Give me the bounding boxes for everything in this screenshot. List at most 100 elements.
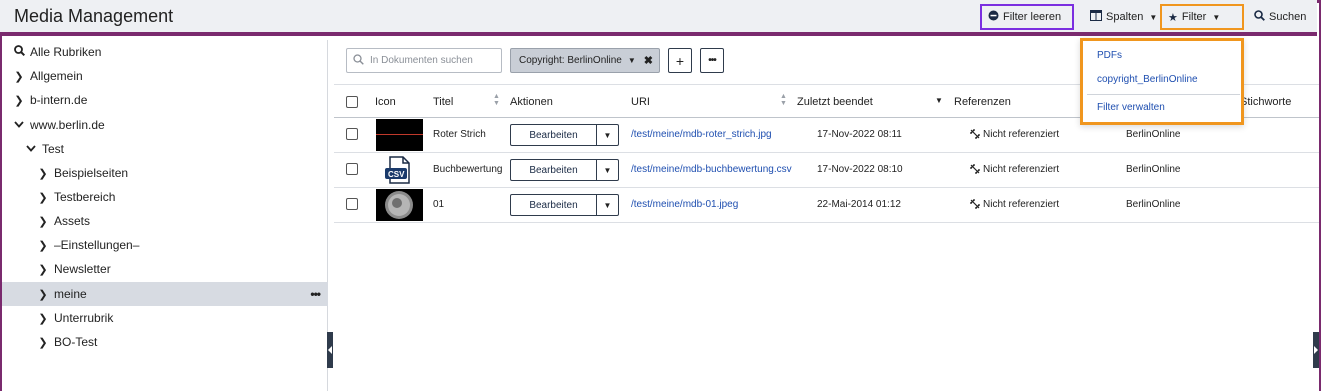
- chevron-right-icon: ❯: [14, 70, 24, 83]
- star-icon: ★: [1168, 11, 1178, 24]
- row-references: Nicht referenziert: [983, 164, 1060, 175]
- table-row[interactable]: CSV Buchbewertung Bearbeiten ▼ /test/mei…: [334, 153, 1319, 188]
- column-header-finished[interactable]: Zuletzt beendet: [797, 96, 873, 108]
- tree-item-label: Beispielseiten: [54, 166, 129, 180]
- column-header-icon: Icon: [375, 96, 396, 108]
- tree-item-label: Testbereich: [54, 190, 116, 204]
- unlink-icon: [970, 129, 980, 142]
- chevron-down-icon: [12, 119, 26, 131]
- edit-button-group: Bearbeiten ▼: [510, 124, 619, 146]
- document-search-input[interactable]: In Dokumenten suchen: [346, 48, 502, 73]
- row-uri-link[interactable]: /test/meine/mdb-roter_strich.jpg: [631, 129, 772, 140]
- column-header-title[interactable]: Titel: [433, 96, 453, 108]
- chevron-right-icon: ❯: [38, 191, 48, 204]
- plus-icon: +: [675, 52, 685, 69]
- chevron-right-icon: ❯: [38, 288, 48, 301]
- copyright-filter-chip[interactable]: Copyright: BerlinOnline ▼ ✖: [510, 48, 660, 73]
- tree-item-allgemein[interactable]: ❯ Allgemein: [2, 64, 328, 88]
- more-actions-button[interactable]: •••: [700, 48, 724, 73]
- edit-button[interactable]: Bearbeiten: [510, 124, 597, 146]
- sort-desc-icon[interactable]: ▼: [935, 96, 943, 105]
- filter-menu-item-copyright[interactable]: copyright_BerlinOnline: [1097, 74, 1198, 85]
- filter-menu-item-manage[interactable]: Filter verwalten: [1097, 102, 1165, 113]
- tree-item-berlin[interactable]: www.berlin.de: [2, 113, 328, 137]
- row-checkbox[interactable]: [346, 163, 358, 175]
- thumbnail-image: [376, 119, 423, 151]
- search-button[interactable]: Suchen: [1248, 4, 1308, 30]
- edit-button-group: Bearbeiten ▼: [510, 159, 619, 181]
- sidebar-collapse-handle[interactable]: [327, 332, 333, 368]
- search-placeholder: In Dokumenten suchen: [370, 55, 473, 66]
- columns-label: Spalten: [1106, 11, 1144, 23]
- tree-item-label: Unterrubrik: [54, 311, 114, 325]
- column-header-references[interactable]: Referenzen: [954, 96, 1011, 108]
- csv-file-icon: CSV: [376, 154, 423, 186]
- tree-item-label: Assets: [54, 214, 91, 228]
- edit-button-group: Bearbeiten ▼: [510, 194, 619, 216]
- column-header-keywords[interactable]: Stichworte: [1240, 96, 1291, 108]
- sort-icon[interactable]: ▲ ▼: [780, 93, 787, 107]
- tree-item-b-intern[interactable]: ❯ b-intern.de: [2, 88, 328, 112]
- tree-item-test[interactable]: Test: [2, 137, 328, 161]
- row-uri-link[interactable]: /test/meine/mdb-buchbewertung.csv: [631, 164, 792, 175]
- edit-button[interactable]: Bearbeiten: [510, 159, 597, 181]
- tree-item-bo-test[interactable]: ❯ BO-Test: [2, 330, 328, 354]
- row-title: 01: [433, 199, 445, 210]
- more-options-icon[interactable]: •••: [310, 287, 321, 301]
- clear-filter-button[interactable]: Filter leeren: [980, 4, 1074, 30]
- edit-dropdown-icon[interactable]: ▼: [597, 159, 619, 181]
- search-icon: [12, 45, 26, 59]
- search-icon: [353, 53, 364, 68]
- tree-item-einstellungen[interactable]: ❯ –Einstellungen–: [2, 233, 328, 257]
- row-uri-link[interactable]: /test/meine/mdb-01.jpeg: [631, 199, 738, 210]
- chip-label: Copyright: BerlinOnline: [519, 55, 622, 66]
- filter-button[interactable]: ★ Filter ▼: [1160, 4, 1244, 30]
- category-tree: Alle Rubriken ❯ Allgemein ❯ b-intern.de …: [2, 40, 328, 391]
- app-title: Media Management: [14, 6, 174, 26]
- chevron-down-icon: [24, 143, 38, 155]
- row-checkbox[interactable]: [346, 198, 358, 210]
- sort-icon[interactable]: ▲ ▼: [493, 93, 500, 107]
- row-title: Roter Strich: [433, 129, 486, 140]
- columns-button[interactable]: Spalten ▼: [1084, 4, 1158, 30]
- row-owner: BerlinOnline: [1126, 164, 1181, 175]
- chevron-right-icon: ❯: [38, 263, 48, 276]
- clear-filter-label: Filter leeren: [1003, 11, 1062, 23]
- tree-item-newsletter[interactable]: ❯ Newsletter: [2, 257, 328, 281]
- row-checkbox[interactable]: [346, 128, 358, 140]
- search-icon: [1254, 10, 1265, 24]
- edit-button[interactable]: Bearbeiten: [510, 194, 597, 216]
- caret-down-icon[interactable]: ▼: [628, 56, 636, 65]
- caret-down-icon: ▼: [1149, 12, 1158, 22]
- column-header-actions: Aktionen: [510, 96, 553, 108]
- csv-label: CSV: [388, 170, 405, 179]
- tree-item-all[interactable]: Alle Rubriken: [2, 40, 328, 64]
- row-references: Nicht referenziert: [983, 129, 1060, 140]
- tree-item-label: www.berlin.de: [30, 118, 105, 132]
- select-all-checkbox[interactable]: [346, 96, 358, 108]
- row-finished: 22-Mai-2014 01:12: [817, 199, 901, 210]
- filter-menu-item-pdfs[interactable]: PDFs: [1097, 50, 1122, 61]
- tree-item-beispielseiten[interactable]: ❯ Beispielseiten: [2, 161, 328, 185]
- filter-dropdown-menu: PDFs copyright_BerlinOnline Filter verwa…: [1080, 38, 1244, 125]
- row-finished: 17-Nov-2022 08:11: [817, 129, 902, 140]
- chevron-right-icon: ❯: [38, 167, 48, 180]
- add-filter-button[interactable]: +: [668, 48, 692, 73]
- tree-item-testbereich[interactable]: ❯ Testbereich: [2, 185, 328, 209]
- tree-item-label: Newsletter: [54, 262, 111, 276]
- tree-item-meine[interactable]: ❯ meine •••: [2, 282, 328, 306]
- caret-down-icon: ▼: [1212, 12, 1221, 22]
- table-row[interactable]: 01 Bearbeiten ▼ /test/meine/mdb-01.jpeg …: [334, 188, 1319, 223]
- chevron-right-icon: ❯: [38, 215, 48, 228]
- edit-dropdown-icon[interactable]: ▼: [597, 194, 619, 216]
- edit-dropdown-icon[interactable]: ▼: [597, 124, 619, 146]
- app-header: Media Management Filter leeren Spalten ▼…: [0, 0, 1317, 36]
- unlink-icon: [970, 199, 980, 212]
- search-label: Suchen: [1269, 11, 1307, 23]
- columns-icon: [1090, 10, 1102, 24]
- column-header-uri[interactable]: URI: [631, 96, 650, 108]
- tree-item-unterrubrik[interactable]: ❯ Unterrubrik: [2, 306, 328, 330]
- remove-chip-icon[interactable]: ✖: [644, 54, 653, 67]
- ellipsis-icon: •••: [708, 55, 716, 66]
- tree-item-assets[interactable]: ❯ Assets: [2, 209, 328, 233]
